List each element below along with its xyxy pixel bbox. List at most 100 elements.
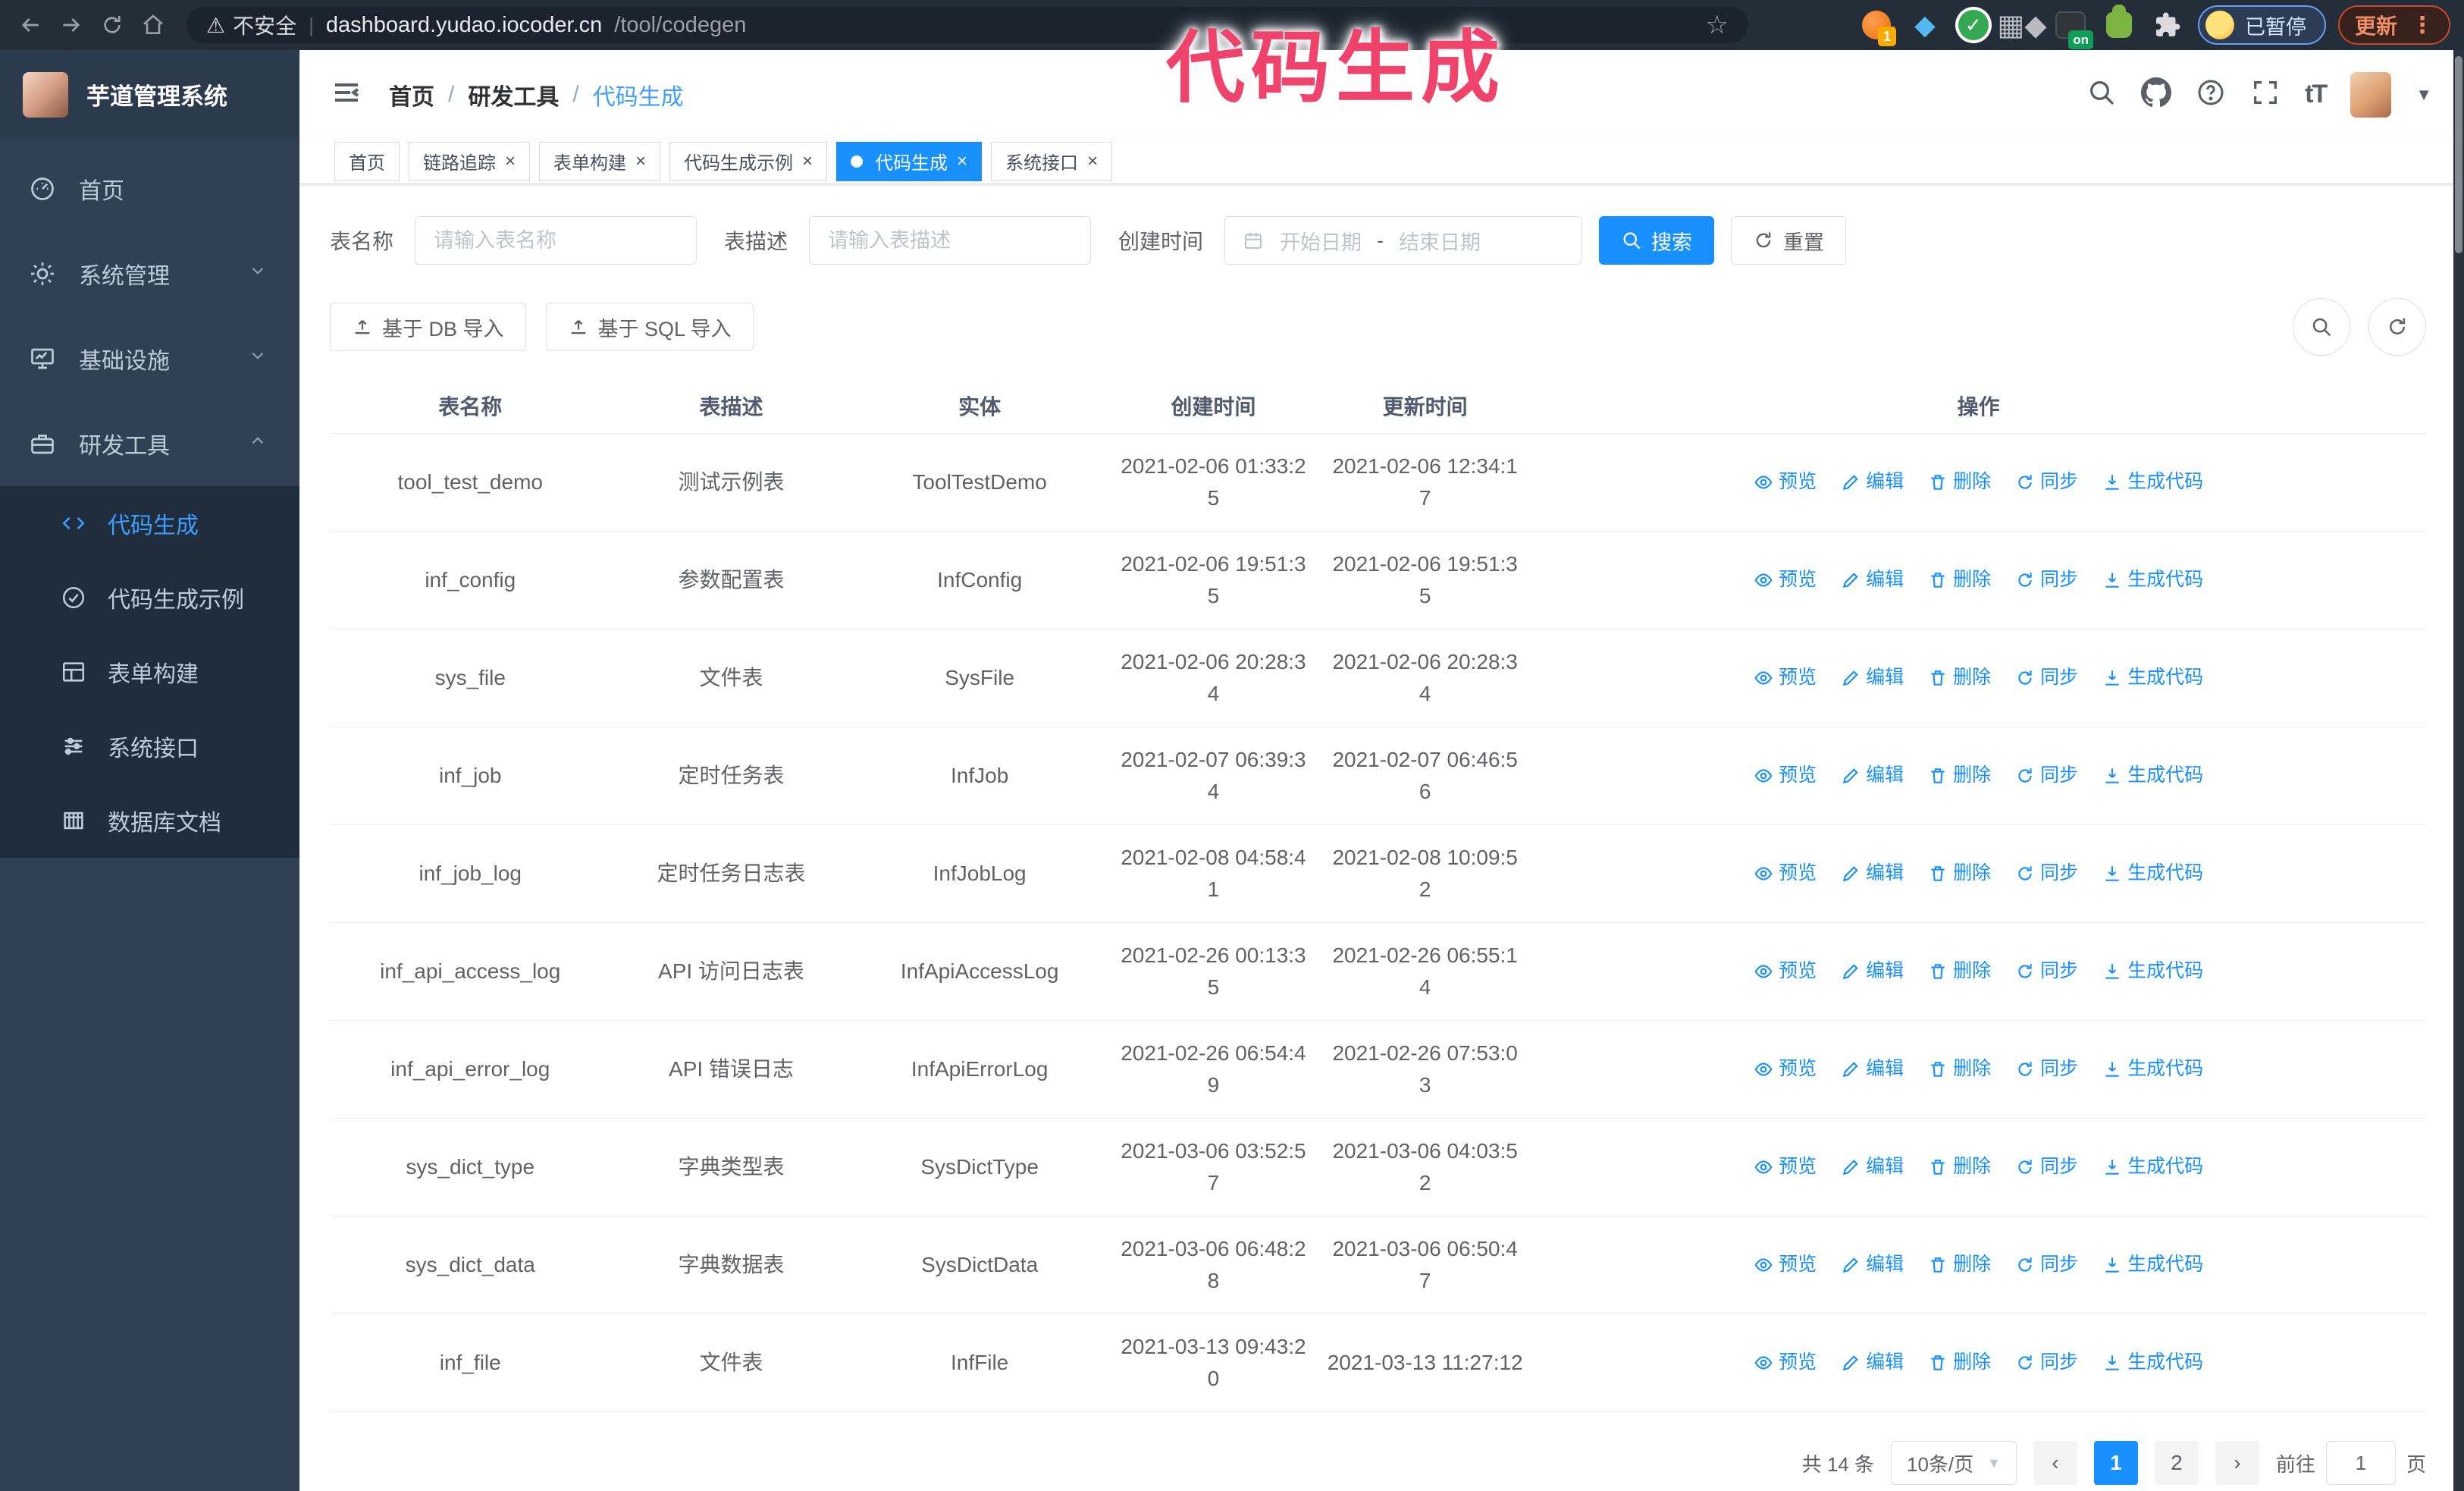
extension-gem-icon[interactable]: ◆ [1907, 7, 1943, 43]
reset-button[interactable]: 重置 [1731, 216, 1847, 265]
scrollbar-thumb[interactable] [2455, 56, 2462, 253]
tab[interactable]: 代码生成示例 × [669, 141, 828, 181]
extension-grid-icon[interactable]: ▦ ◆ [1997, 7, 2046, 43]
fullscreen-icon[interactable] [2250, 77, 2281, 111]
sync-action[interactable]: 同步 [2015, 1055, 2078, 1084]
security-warning[interactable]: ⚠ 不安全 [206, 10, 296, 40]
extension-dark-icon[interactable]: on [2052, 7, 2093, 49]
delete-action[interactable]: 删除 [1928, 1348, 1991, 1377]
submenu-item-form-builder[interactable]: 表单构建 [0, 635, 299, 709]
tab[interactable]: 首页 × [334, 141, 400, 181]
tab[interactable]: 链路追踪 × [409, 141, 531, 181]
preview-action[interactable]: 预览 [1754, 957, 1817, 986]
prev-page-button[interactable]: ‹ [2033, 1441, 2077, 1485]
tab[interactable]: 表单构建 × [539, 141, 661, 181]
delete-action[interactable]: 删除 [1928, 859, 1991, 888]
browser-profile-chip[interactable]: 已暂停 [2197, 5, 2326, 45]
back-icon[interactable] [14, 8, 47, 42]
page-button-1[interactable]: 1 [2093, 1441, 2138, 1485]
extension-robot-icon[interactable] [2101, 5, 2137, 43]
import-sql-button[interactable]: 基于 SQL 导入 [545, 303, 754, 351]
generate-code-action[interactable]: 生成代码 [2102, 957, 2203, 986]
preview-action[interactable]: 预览 [1754, 566, 1817, 595]
submenu-item-codegen[interactable]: 代码生成 [0, 486, 299, 560]
menu-dots-icon[interactable]: ⋮ [2411, 12, 2434, 39]
toggle-search-button[interactable] [2293, 298, 2350, 356]
caret-down-icon[interactable]: ▼ [2415, 85, 2432, 105]
edit-action[interactable]: 编辑 [1841, 1055, 1904, 1084]
next-page-button[interactable]: › [2215, 1441, 2259, 1485]
edit-action[interactable]: 编辑 [1841, 761, 1904, 790]
delete-action[interactable]: 删除 [1928, 761, 1991, 790]
preview-action[interactable]: 预览 [1754, 1055, 1817, 1084]
page-button-2[interactable]: 2 [2154, 1441, 2199, 1485]
tab-close-icon[interactable]: × [957, 152, 967, 171]
sync-action[interactable]: 同步 [2015, 664, 2078, 692]
preview-action[interactable]: 预览 [1754, 1251, 1817, 1279]
submenu-item-api[interactable]: 系统接口 [0, 709, 299, 783]
sync-action[interactable]: 同步 [2015, 468, 2078, 497]
delete-action[interactable]: 删除 [1928, 1153, 1991, 1182]
sidebar-item-devtools[interactable]: 研发工具 [0, 401, 299, 486]
sync-action[interactable]: 同步 [2015, 859, 2078, 888]
submenu-item-db-doc[interactable]: 数据库文档 [0, 783, 299, 858]
generate-code-action[interactable]: 生成代码 [2102, 761, 2203, 790]
user-avatar[interactable] [2350, 71, 2392, 118]
preview-action[interactable]: 预览 [1754, 859, 1817, 888]
refresh-table-button[interactable] [2368, 298, 2426, 356]
preview-action[interactable]: 预览 [1754, 1348, 1817, 1377]
delete-action[interactable]: 删除 [1928, 664, 1991, 692]
forward-icon[interactable] [55, 8, 88, 42]
address-bar[interactable]: ⚠ 不安全 | dashboard.yudao.iocoder.cn/tool/… [187, 7, 1748, 43]
tab[interactable]: 代码生成 × [836, 141, 983, 181]
preview-action[interactable]: 预览 [1754, 664, 1817, 692]
date-range-picker[interactable]: 开始日期 - 结束日期 [1224, 216, 1583, 265]
edit-action[interactable]: 编辑 [1841, 1348, 1904, 1377]
generate-code-action[interactable]: 生成代码 [2102, 1348, 2203, 1377]
edit-action[interactable]: 编辑 [1841, 664, 1904, 692]
tab-close-icon[interactable]: × [1087, 152, 1098, 171]
preview-action[interactable]: 预览 [1754, 468, 1817, 497]
tab-close-icon[interactable]: × [802, 152, 813, 171]
extension-check-icon[interactable]: ✓ [1955, 7, 1992, 43]
edit-action[interactable]: 编辑 [1841, 468, 1904, 497]
extensions-puzzle-icon[interactable] [2149, 7, 2186, 43]
edit-action[interactable]: 编辑 [1841, 566, 1904, 595]
import-db-button[interactable]: 基于 DB 导入 [330, 303, 526, 351]
extension-orange-icon[interactable]: 1 [1858, 7, 1896, 46]
github-icon[interactable] [2141, 77, 2172, 111]
delete-action[interactable]: 删除 [1928, 1055, 1991, 1084]
goto-page-input[interactable] [2325, 1441, 2396, 1485]
delete-action[interactable]: 删除 [1928, 1251, 1991, 1279]
preview-action[interactable]: 预览 [1754, 1153, 1817, 1182]
edit-action[interactable]: 编辑 [1841, 957, 1904, 986]
sync-action[interactable]: 同步 [2015, 761, 2078, 790]
reload-icon[interactable] [96, 8, 129, 42]
edit-action[interactable]: 编辑 [1841, 1153, 1904, 1182]
generate-code-action[interactable]: 生成代码 [2102, 566, 2203, 595]
sidebar-item-infra[interactable]: 基础设施 [0, 316, 299, 401]
edit-action[interactable]: 编辑 [1841, 859, 1904, 888]
delete-action[interactable]: 删除 [1928, 566, 1991, 595]
table-name-input[interactable] [415, 216, 698, 265]
sync-action[interactable]: 同步 [2015, 1153, 2078, 1182]
sync-action[interactable]: 同步 [2015, 1348, 2078, 1377]
edit-action[interactable]: 编辑 [1841, 1251, 1904, 1279]
delete-action[interactable]: 删除 [1928, 957, 1991, 986]
tab-close-icon[interactable]: × [505, 152, 516, 171]
scrollbar[interactable] [2453, 50, 2464, 1491]
generate-code-action[interactable]: 生成代码 [2102, 1055, 2203, 1084]
sync-action[interactable]: 同步 [2015, 957, 2078, 986]
delete-action[interactable]: 删除 [1928, 468, 1991, 497]
tab[interactable]: 系统接口 × [991, 141, 1113, 181]
search-button[interactable]: 搜索 [1599, 216, 1715, 265]
sync-action[interactable]: 同步 [2015, 1251, 2078, 1279]
logo-row[interactable]: 芋道管理系统 [0, 50, 299, 139]
breadcrumb-home[interactable]: 首页 [389, 78, 434, 111]
generate-code-action[interactable]: 生成代码 [2102, 664, 2203, 692]
hamburger-icon[interactable] [331, 77, 362, 111]
tab-close-icon[interactable]: × [635, 152, 646, 171]
sidebar-item-home[interactable]: 首页 [0, 146, 299, 231]
table-desc-input[interactable] [809, 216, 1092, 265]
bookmark-star-icon[interactable]: ☆ [1706, 10, 1729, 40]
